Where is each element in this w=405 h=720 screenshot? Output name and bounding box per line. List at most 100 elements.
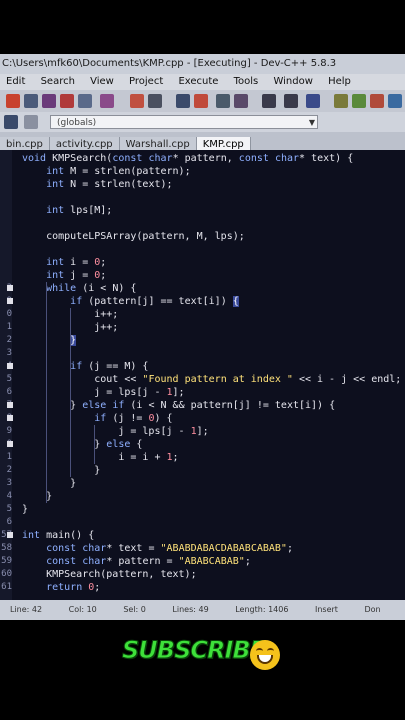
tab-activity[interactable]: activity.cpp [49, 137, 120, 150]
code-line[interactable]: 9 j = lps[j - 1]; [0, 425, 405, 438]
fold-marker-icon[interactable] [7, 415, 13, 421]
code-line[interactable] [0, 217, 405, 230]
run-icon[interactable] [234, 94, 248, 108]
code-line[interactable]: 57int main() { [0, 529, 405, 542]
code-line[interactable]: 59 const char* pattern = "ABABCABAB"; [0, 555, 405, 568]
line-number: 3 [6, 348, 12, 358]
menu-view[interactable]: View [90, 76, 114, 87]
code-line[interactable]: 3 while (i < N) { [0, 282, 405, 295]
ide-window: C:\Users\mfk60\Documents\KMP.cpp - [Exec… [0, 54, 405, 620]
code-text: if (j == M) { [70, 361, 149, 372]
code-line[interactable]: 0 } else { [0, 438, 405, 451]
indent-guide [94, 425, 95, 464]
close-file-icon[interactable] [78, 94, 92, 108]
code-text: } [22, 491, 53, 502]
menu-execute[interactable]: Execute [178, 76, 218, 87]
compile-run-icon[interactable] [262, 94, 276, 108]
tab-bin[interactable]: bin.cpp [0, 137, 50, 150]
new-class-icon[interactable] [24, 115, 38, 129]
code-line[interactable]: 5} [0, 503, 405, 516]
options-icon[interactable] [388, 94, 402, 108]
code-text: } else if (i < N && pattern[j] != text[i… [22, 400, 336, 411]
code-text: int N = strlen(text); [46, 179, 173, 190]
code-line[interactable]: 60 KMPSearch(pattern, text); [0, 568, 405, 581]
code-line[interactable]: int i = 0; [0, 256, 405, 269]
code-line[interactable]: computeLPSArray(pattern, M, lps); [0, 230, 405, 243]
code-line[interactable]: 2 } [0, 334, 405, 347]
scope-combo-value: (globals) [57, 118, 97, 128]
code-text: } [70, 335, 77, 346]
code-line[interactable]: void KMPSearch(const char* pattern, cons… [0, 152, 405, 165]
class-browser-icon[interactable] [352, 94, 366, 108]
save-icon[interactable] [42, 94, 56, 108]
code-line[interactable]: 5 cout << "Found pattern at index " << i… [0, 373, 405, 386]
code-text: const char* text = "ABABDABACDABABCABAB"… [46, 543, 293, 554]
scope-combo[interactable]: (globals) ▼ [50, 115, 318, 129]
scope-toolbar: (globals) ▼ [0, 112, 405, 132]
debug-icon[interactable] [306, 94, 320, 108]
menu-edit[interactable]: Edit [6, 76, 25, 87]
code-line[interactable]: 2 } [0, 464, 405, 477]
redo-icon[interactable] [148, 94, 162, 108]
grid-icon[interactable] [334, 94, 348, 108]
code-line[interactable]: 3 [0, 347, 405, 360]
code-line[interactable]: 1 i = i + 1; [0, 451, 405, 464]
compile-icon[interactable] [216, 94, 230, 108]
fold-marker-icon[interactable] [7, 532, 13, 538]
code-line[interactable]: int lps[M]; [0, 204, 405, 217]
status-sel: Sel: 0 [123, 605, 146, 614]
code-text: } [22, 465, 101, 476]
smiling-face-icon [250, 640, 280, 670]
code-line[interactable]: 8 if (j != 0) { [0, 412, 405, 425]
fold-marker-icon[interactable] [7, 298, 13, 304]
tab-kmp[interactable]: KMP.cpp [196, 137, 251, 150]
line-number: 5 [6, 504, 12, 514]
menu-project[interactable]: Project [129, 76, 163, 87]
code-line[interactable]: 7 } else if (i < N && pattern[j] != text… [0, 399, 405, 412]
chart-icon[interactable] [370, 94, 384, 108]
fold-marker-icon[interactable] [7, 285, 13, 291]
code-line[interactable]: 1 j++; [0, 321, 405, 334]
tab-warshall[interactable]: Warshall.cpp [119, 137, 197, 150]
chevron-down-icon: ▼ [308, 118, 315, 127]
status-col: Col: 10 [68, 605, 97, 614]
new-file-icon[interactable] [6, 94, 20, 108]
code-line[interactable]: 9 if (pattern[j] == text[i]) { [0, 295, 405, 308]
code-line[interactable]: int N = strlen(text); [0, 178, 405, 191]
code-line[interactable]: int M = strlen(pattern); [0, 165, 405, 178]
menu-window[interactable]: Window [273, 76, 312, 87]
find-icon[interactable] [176, 94, 190, 108]
code-line[interactable] [0, 243, 405, 256]
code-line[interactable]: 61 return 0; [0, 581, 405, 594]
code-line[interactable]: 58 const char* text = "ABABDABACDABABCAB… [0, 542, 405, 555]
fold-marker-icon[interactable] [7, 363, 13, 369]
code-editor[interactable]: void KMPSearch(const char* pattern, cons… [0, 150, 405, 600]
menu-tools[interactable]: Tools [234, 76, 259, 87]
status-mode: Insert [314, 605, 338, 614]
undo-icon[interactable] [130, 94, 144, 108]
fold-marker-icon[interactable] [7, 441, 13, 447]
project-icon[interactable] [4, 115, 18, 129]
code-line[interactable]: 6 j = lps[j - 1]; [0, 386, 405, 399]
indent-guide [46, 282, 47, 503]
print-icon[interactable] [100, 94, 114, 108]
code-line[interactable]: 6 [0, 516, 405, 529]
code-line[interactable] [0, 191, 405, 204]
menu-search[interactable]: Search [41, 76, 75, 87]
code-line[interactable]: 0 i++; [0, 308, 405, 321]
replace-icon[interactable] [194, 94, 208, 108]
code-line[interactable]: 4 if (j == M) { [0, 360, 405, 373]
file-tabs: bin.cpp activity.cpp Warshall.cpp KMP.cpp [0, 132, 405, 150]
code-line[interactable]: 4 } [0, 490, 405, 503]
rebuild-icon[interactable] [284, 94, 298, 108]
code-line[interactable]: 3 } [0, 477, 405, 490]
save-all-icon[interactable] [60, 94, 74, 108]
menu-help[interactable]: Help [328, 76, 351, 87]
code-line[interactable]: int j = 0; [0, 269, 405, 282]
fold-marker-icon[interactable] [7, 402, 13, 408]
line-number: 1 [6, 322, 12, 332]
code-text: while (i < N) { [46, 283, 137, 294]
line-number: 6 [6, 517, 12, 527]
status-length: Length: 1406 [235, 605, 289, 614]
open-file-icon[interactable] [24, 94, 38, 108]
